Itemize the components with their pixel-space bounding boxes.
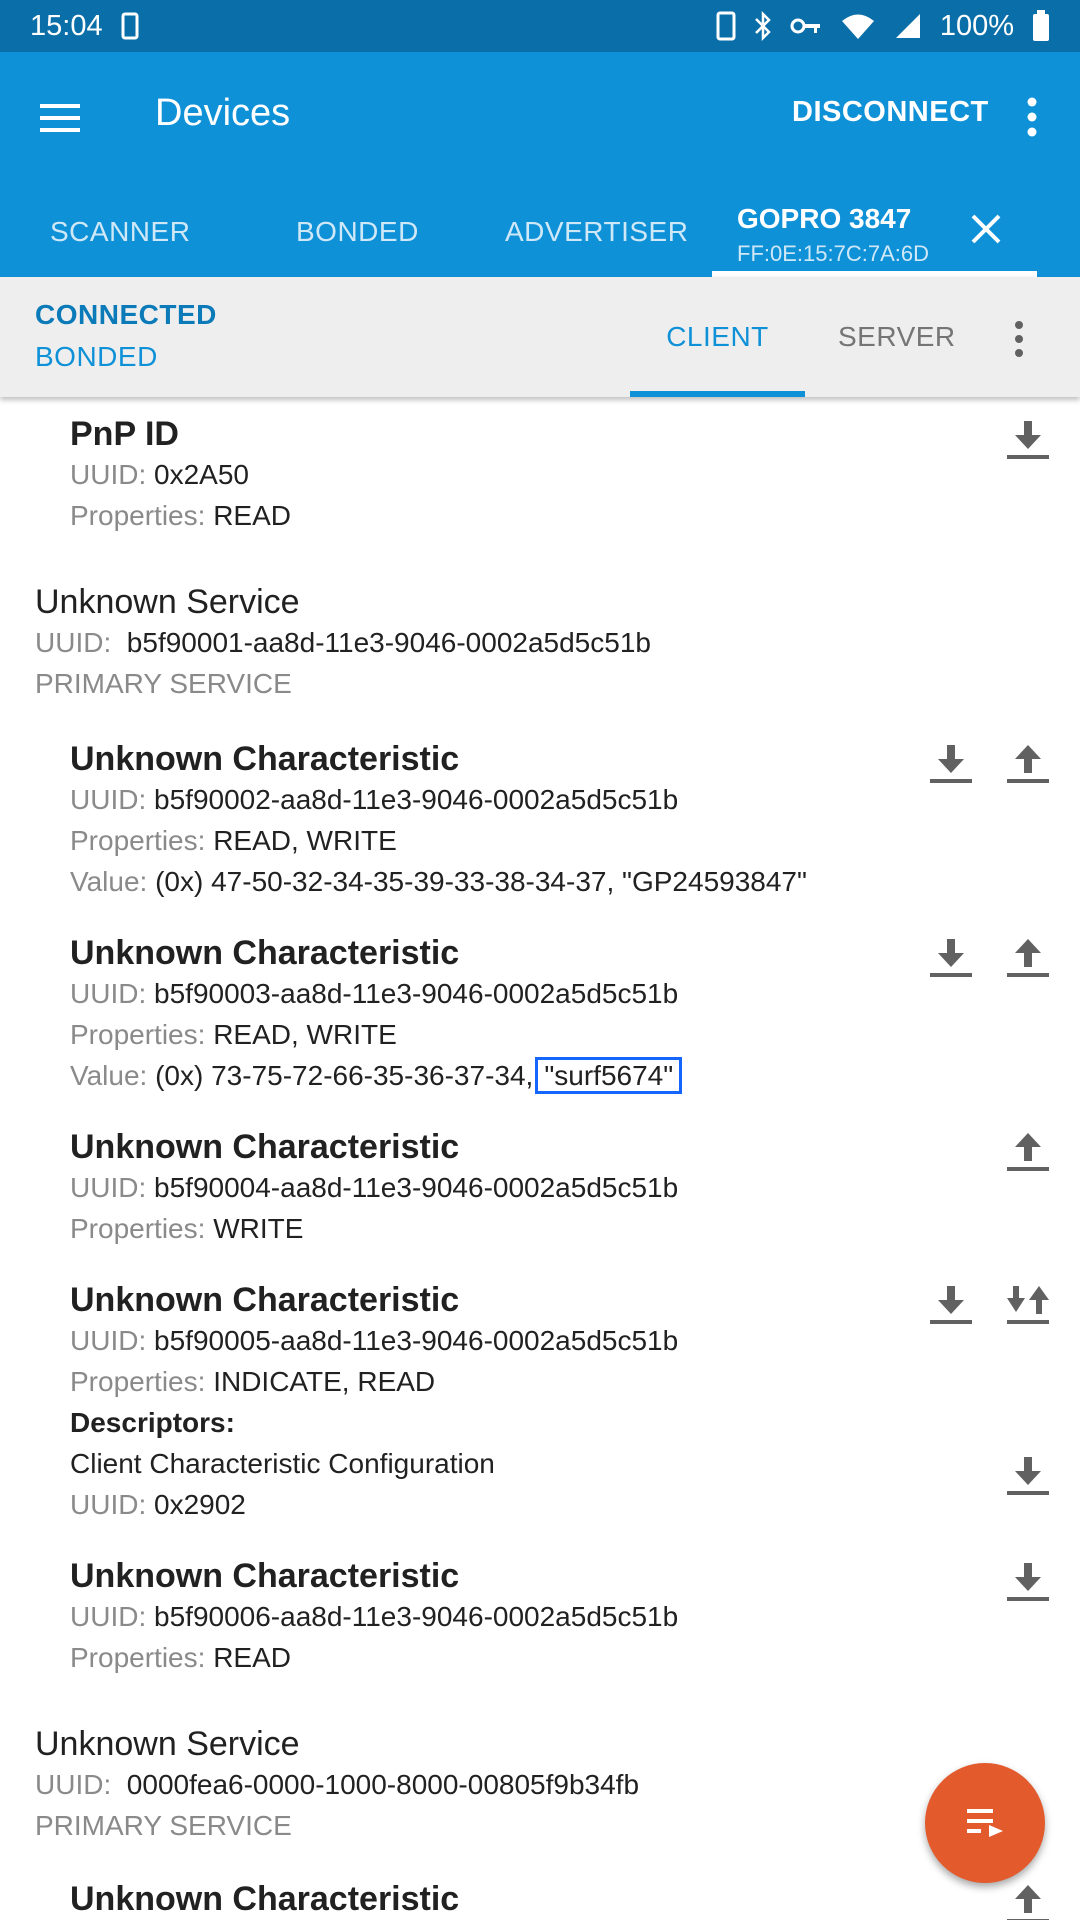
device-tab-name: GOPRO 3847 bbox=[737, 203, 912, 234]
descriptor-name: Client Characteristic Configuration bbox=[70, 1448, 495, 1479]
characteristic-value: Value: (0x) 47-50-32-34-35-39-33-38-34-3… bbox=[70, 866, 807, 897]
characteristic-uuid: UUID: b5f90006-aa8d-11e3-9046-0002a5d5c5… bbox=[70, 1601, 679, 1632]
app-bar: Devices DISCONNECT SCANNER BONDED ADVERT… bbox=[0, 52, 1080, 277]
close-icon[interactable] bbox=[966, 209, 1006, 249]
service-name: Unknown Service bbox=[35, 583, 300, 621]
characteristic-properties: Properties: READ, WRITE bbox=[70, 825, 397, 856]
log-fab-button[interactable] bbox=[925, 1763, 1045, 1883]
signal-icon bbox=[894, 12, 922, 40]
wifi-icon bbox=[840, 12, 876, 40]
more-vert-icon[interactable] bbox=[1020, 92, 1044, 142]
characteristic-uuid: UUID: 0x2A50 bbox=[70, 459, 249, 490]
more-vert-icon[interactable] bbox=[1008, 317, 1030, 361]
characteristic-name: Unknown Characteristic bbox=[70, 1880, 460, 1918]
characteristic-properties: Properties: READ bbox=[70, 500, 291, 531]
indications-toggle-icon[interactable] bbox=[1005, 1284, 1051, 1326]
characteristic-name: Unknown Characteristic bbox=[70, 1281, 460, 1319]
write-upload-icon[interactable] bbox=[1005, 1883, 1051, 1920]
characteristic-value: Value: (0x) 73-75-72-66-35-36-37-34, "sur… bbox=[70, 1057, 683, 1094]
characteristic-name: Unknown Characteristic bbox=[70, 1557, 460, 1595]
service-uuid: UUID: 0000fea6-0000-1000-8000-00805f9b34… bbox=[35, 1769, 640, 1800]
characteristic-properties: Properties: READ bbox=[70, 1642, 291, 1673]
characteristic-properties: Properties: WRITE bbox=[70, 1213, 304, 1244]
service-type: PRIMARY SERVICE bbox=[35, 668, 292, 699]
read-download-icon[interactable] bbox=[1005, 1455, 1051, 1497]
service-type: PRIMARY SERVICE bbox=[35, 1810, 292, 1841]
device-tab-mac: FF:0E:15:7C:7A:6D bbox=[737, 241, 929, 266]
read-download-icon[interactable] bbox=[928, 937, 974, 979]
value-text-highlight: "surf5674" bbox=[535, 1057, 683, 1094]
phone-icon bbox=[716, 11, 736, 41]
service-name: Unknown Service bbox=[35, 1725, 300, 1763]
tab-bonded[interactable]: BONDED bbox=[296, 187, 419, 277]
write-upload-icon[interactable] bbox=[1005, 743, 1051, 785]
client-tab-indicator bbox=[630, 391, 805, 397]
characteristic-name: Unknown Characteristic bbox=[70, 740, 460, 778]
write-upload-icon[interactable] bbox=[1005, 1131, 1051, 1173]
read-download-icon[interactable] bbox=[1005, 1561, 1051, 1603]
descriptors-heading: Descriptors: bbox=[70, 1407, 235, 1438]
menu-icon[interactable] bbox=[38, 98, 84, 138]
phone-vibrate-icon bbox=[121, 12, 139, 40]
tab-server[interactable]: SERVER bbox=[838, 277, 956, 397]
characteristic-name: PnP ID bbox=[70, 415, 179, 453]
page-title: Devices bbox=[155, 92, 291, 134]
bluetooth-icon bbox=[754, 11, 772, 41]
battery-percent: 100% bbox=[939, 9, 1014, 42]
characteristic-properties: Properties: INDICATE, READ bbox=[70, 1366, 436, 1397]
read-download-icon[interactable] bbox=[928, 743, 974, 785]
battery-icon bbox=[1032, 10, 1050, 42]
tab-scanner[interactable]: SCANNER bbox=[50, 187, 190, 277]
descriptor-uuid: UUID: 0x2902 bbox=[70, 1489, 246, 1520]
tab-client[interactable]: CLIENT bbox=[630, 277, 805, 397]
tab-device-gopro[interactable]: GOPRO 3847 FF:0E:15:7C:7A:6D bbox=[712, 187, 1037, 277]
status-bar: 15:04 100% bbox=[0, 0, 1080, 52]
read-download-icon[interactable] bbox=[928, 1284, 974, 1326]
tab-advertiser[interactable]: ADVERTISER bbox=[505, 187, 688, 277]
characteristic-name: Unknown Characteristic bbox=[70, 1128, 460, 1166]
connection-state: CONNECTED bbox=[35, 299, 217, 330]
device-tabs: SCANNER BONDED ADVERTISER GOPRO 3847 FF:… bbox=[0, 187, 1080, 277]
characteristic-uuid: UUID: b5f90002-aa8d-11e3-9046-0002a5d5c5… bbox=[70, 784, 679, 815]
bond-state: BONDED bbox=[35, 341, 158, 372]
characteristic-properties: Properties: READ, WRITE bbox=[70, 1019, 397, 1050]
connection-bar: CONNECTED BONDED CLIENT SERVER bbox=[0, 277, 1080, 397]
tab-client-label: CLIENT bbox=[666, 321, 769, 352]
disconnect-button[interactable]: DISCONNECT bbox=[792, 96, 989, 129]
service-uuid: UUID: b5f90001-aa8d-11e3-9046-0002a5d5c5… bbox=[35, 627, 651, 658]
status-time: 15:04 bbox=[30, 9, 103, 42]
characteristic-name: Unknown Characteristic bbox=[70, 934, 460, 972]
read-download-icon[interactable] bbox=[1005, 419, 1051, 461]
log-list-icon bbox=[967, 1809, 1003, 1837]
characteristic-uuid: UUID: b5f90005-aa8d-11e3-9046-0002a5d5c5… bbox=[70, 1325, 679, 1356]
attribute-list: PnP ID UUID: 0x2A50 Properties: READ Unk… bbox=[0, 397, 1080, 1920]
characteristic-uuid: UUID: b5f90004-aa8d-11e3-9046-0002a5d5c5… bbox=[70, 1172, 679, 1203]
write-upload-icon[interactable] bbox=[1005, 937, 1051, 979]
vpn-key-icon bbox=[790, 16, 822, 36]
characteristic-uuid: UUID: b5f90003-aa8d-11e3-9046-0002a5d5c5… bbox=[70, 978, 679, 1009]
